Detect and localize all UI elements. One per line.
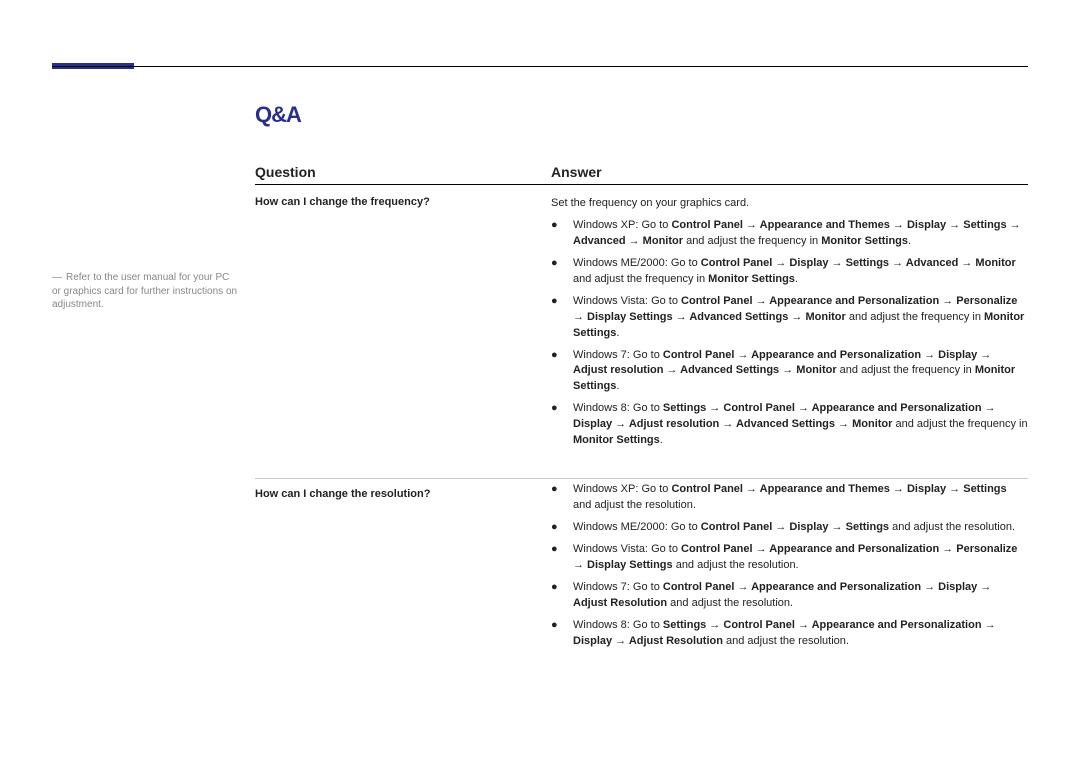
text: and adjust the resolution. [673,559,799,571]
list-item: ● Windows XP: Go to Control Panel → Appe… [551,482,1028,514]
text: and adjust the resolution. [723,635,849,647]
question-frequency: How can I change the frequency? [255,196,535,208]
answer-intro: Set the frequency on your graphics card. [551,196,1028,212]
text: . [908,235,911,247]
text: . [660,434,663,446]
question-resolution: How can I change the resolution? [255,488,535,500]
text: Go to [633,349,663,361]
bullet-icon: ● [551,482,573,514]
os-label: Windows 8: [573,619,630,631]
header-question: Question [255,164,316,180]
list-item: ● Windows XP: Go to Control Panel → Appe… [551,218,1028,250]
text: Go to [633,619,663,631]
list-item: ● Windows 8: Go to Settings → Control Pa… [551,401,1028,449]
list-item: ● Windows Vista: Go to Control Panel → A… [551,542,1028,574]
text: . [616,380,619,392]
text: Go to [651,295,681,307]
os-label: Windows XP: [573,219,638,231]
bullet-icon: ● [551,348,573,396]
header-rule [255,184,1028,185]
list-item: ● Windows Vista: Go to Control Panel → A… [551,294,1028,342]
nav-path: Control Panel → Display → Settings → Adv… [701,257,1016,269]
text: Go to [641,483,671,495]
nav-path: Control Panel → Appearance and Themes → … [671,483,1006,495]
separator-rule [255,478,1028,479]
text: Go to [641,219,671,231]
os-label: Windows 8: [573,402,630,414]
os-label: Windows ME/2000: [573,257,668,269]
side-note: ― Refer to the user manual for your PC o… [52,271,238,312]
text: and adjust the frequency in [683,235,821,247]
text: and adjust the frequency in [846,311,984,323]
bullet-icon: ● [551,520,573,536]
text: Go to [671,521,701,533]
bullet-icon: ● [551,256,573,288]
side-note-text: Refer to the user manual for your PC or … [52,272,237,310]
end-path: Monitor Settings [708,273,795,285]
text: Go to [633,581,663,593]
bullet-icon: ● [551,294,573,342]
os-label: Windows XP: [573,483,638,495]
text: and adjust the frequency in [837,364,975,376]
text: and adjust the resolution. [667,597,793,609]
text: and adjust the resolution. [573,499,696,511]
text: . [616,327,619,339]
os-label: Windows ME/2000: [573,521,668,533]
os-label: Windows Vista: [573,295,648,307]
header-answer: Answer [551,164,602,180]
bullet-icon: ● [551,580,573,612]
bullet-icon: ● [551,218,573,250]
os-label: Windows Vista: [573,543,648,555]
bullet-icon: ● [551,618,573,650]
text: and adjust the frequency in [573,273,708,285]
end-path: Monitor Settings [573,434,660,446]
list-item: ● Windows 7: Go to Control Panel → Appea… [551,580,1028,612]
answer-resolution: ● Windows XP: Go to Control Panel → Appe… [551,482,1028,655]
os-label: Windows 7: [573,349,630,361]
list-item: ● Windows ME/2000: Go to Control Panel →… [551,256,1028,288]
dash-icon: ― [52,271,62,285]
nav-path: Control Panel → Display → Settings [701,521,889,533]
top-rule [52,66,1028,67]
text: and adjust the frequency in [892,418,1027,430]
text: Go to [671,257,701,269]
text: Go to [633,402,663,414]
list-item: ● Windows 8: Go to Settings → Control Pa… [551,618,1028,650]
text: Go to [651,543,681,555]
text: . [795,273,798,285]
bullet-icon: ● [551,542,573,574]
os-label: Windows 7: [573,581,630,593]
list-item: ● Windows ME/2000: Go to Control Panel →… [551,520,1028,536]
bullet-icon: ● [551,401,573,449]
list-item: ● Windows 7: Go to Control Panel → Appea… [551,348,1028,396]
text: and adjust the resolution. [889,521,1015,533]
qa-heading: Q&A [255,102,301,128]
end-path: Monitor Settings [821,235,908,247]
answer-frequency: Set the frequency on your graphics card.… [551,196,1028,455]
